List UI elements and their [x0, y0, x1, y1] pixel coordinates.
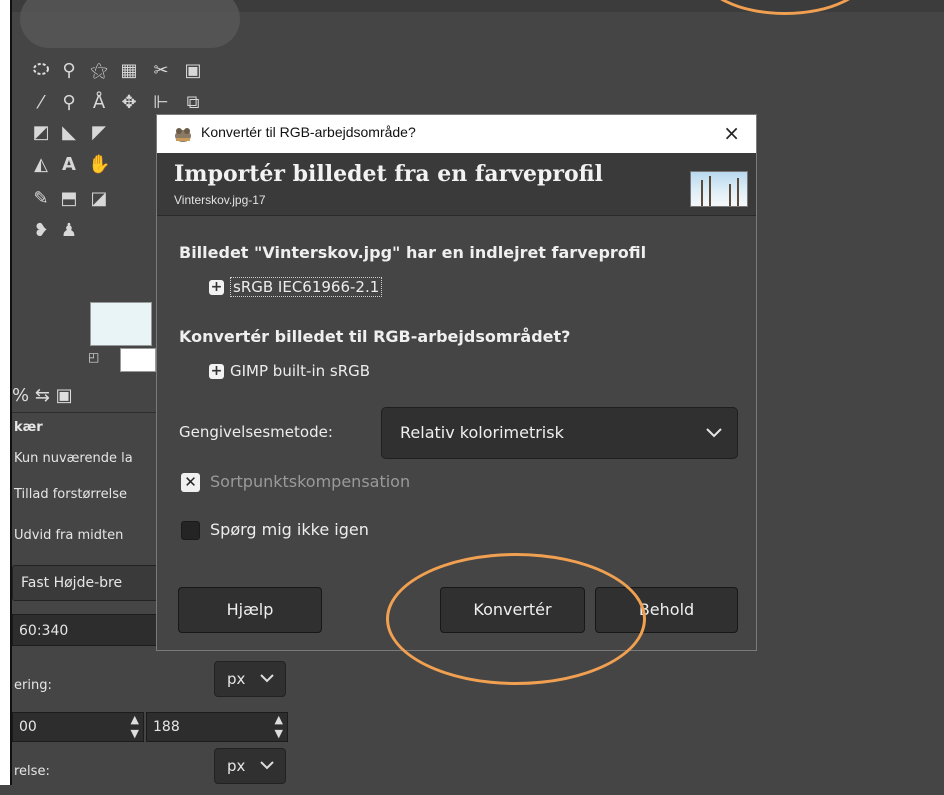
embedded-profile-row[interactable]: + sRGB IEC61966-2.1 — [209, 277, 383, 297]
text-tool-icon[interactable]: A — [58, 154, 80, 176]
default-colors-icon[interactable]: ◰ — [88, 350, 99, 364]
position-x-value: 00 — [19, 719, 37, 735]
position-y-field[interactable]: 188 ▲ ▼ — [146, 712, 288, 742]
chevron-down-icon — [259, 749, 275, 795]
spin-arrows-icon[interactable]: ▲ ▼ — [275, 713, 283, 741]
ellipse-select-icon[interactable] — [30, 62, 52, 84]
measure-icon[interactable]: Å — [88, 92, 110, 114]
convert-button[interactable]: Konvertér — [440, 587, 585, 633]
rendering-intent-select[interactable]: Relativ kolorimetrisk — [381, 407, 738, 459]
dialog-window-title: Konvertér til RGB-arbejdsområde? — [201, 124, 416, 140]
dialog-titlebar[interactable]: Konvertér til RGB-arbejdsområde? × — [157, 115, 756, 153]
ratio-field[interactable]: 60:340 — [12, 614, 162, 646]
select-by-color-icon[interactable]: ▦ — [118, 60, 140, 82]
paintbrush-icon[interactable]: ✎ — [30, 188, 52, 210]
current-layer-only-option[interactable]: Kun nuværende la — [14, 451, 133, 466]
left-white-margin — [0, 0, 10, 785]
color-picker-icon[interactable]: ⁄ — [30, 92, 52, 114]
rendering-intent-value: Relativ kolorimetrisk — [400, 423, 564, 442]
foreground-color-swatch[interactable] — [90, 302, 152, 346]
perspective-clone-icon[interactable]: ◤ — [88, 122, 110, 144]
expand-plus-icon[interactable]: + — [209, 279, 224, 295]
dont-ask-checkbox[interactable] — [181, 521, 200, 540]
size-unit-value: px — [227, 757, 246, 775]
size-label: relse: — [14, 764, 50, 779]
fixed-mode-selector[interactable]: Fast Højde-bre — [12, 565, 162, 601]
smudge-icon[interactable]: ◪ — [88, 188, 110, 210]
blackpoint-label[interactable]: Sortpunktskompensation — [210, 472, 410, 491]
chevron-down-icon — [259, 662, 275, 708]
images-tab-icon[interactable]: ▣ — [56, 385, 73, 406]
keep-button[interactable]: Behold — [595, 587, 738, 633]
dont-ask-label[interactable]: Spørg mig ikke igen — [210, 520, 369, 539]
scissors-select-icon[interactable]: ✂ — [150, 60, 172, 82]
zoom-icon[interactable]: ⚲ — [58, 92, 80, 114]
position-x-field[interactable]: 00 ▲ ▼ — [12, 712, 144, 742]
rendering-intent-label: Gengivelsesmetode: — [179, 423, 333, 441]
background-color-swatch[interactable] — [120, 348, 156, 372]
expand-plus-icon[interactable]: + — [209, 363, 224, 379]
paths-icon[interactable]: ❥ — [30, 220, 52, 242]
dialog-header-title: Importér billedet fra en farveprofil — [174, 161, 603, 187]
dialog-header-subtitle: Vinterskov.jpg-17 — [174, 193, 266, 207]
position-y-value: 188 — [153, 719, 180, 735]
fuzzy-select-icon[interactable]: ⚝ — [88, 60, 110, 82]
size-unit-select[interactable]: px — [214, 748, 286, 784]
dialog-header: Importér billedet fra en farveprofil Vin… — [157, 153, 756, 216]
target-profile-row[interactable]: + GIMP built-in sRGB — [209, 362, 370, 380]
undo-history-tab-icon[interactable]: ⇆ — [35, 385, 50, 406]
move-icon[interactable]: ✥ — [118, 92, 140, 114]
convert-heading: Konvertér billedet til RGB-arbejdsområde… — [179, 327, 571, 346]
bucket-fill-icon[interactable]: ◭ — [30, 154, 52, 176]
position-unit-value: px — [227, 670, 246, 688]
target-profile-name: GIMP built-in sRGB — [230, 362, 371, 380]
chevron-down-icon — [705, 420, 723, 450]
free-select-icon[interactable]: ⚲ — [58, 60, 80, 82]
eraser-icon[interactable]: ⬒ — [58, 188, 80, 210]
foreground-select-icon[interactable]: ▣ — [182, 60, 204, 82]
image-thumbnail — [690, 171, 748, 207]
heal-icon[interactable]: ✋ — [88, 154, 110, 176]
position-unit-select[interactable]: px — [214, 661, 286, 697]
gimp-wilber-ghost — [20, 0, 240, 48]
gimp-app-icon — [173, 125, 193, 143]
warp-transform-icon[interactable]: ◣ — [58, 122, 80, 144]
convert-profile-dialog: Konvertér til RGB-arbejdsområde? × Impor… — [156, 114, 757, 651]
blackpoint-checkbox[interactable]: ✕ — [181, 473, 200, 492]
dodge-burn-icon[interactable]: ♟ — [58, 220, 80, 242]
expand-center-option[interactable]: Udvid fra midten — [14, 528, 123, 543]
help-button[interactable]: Hjælp — [178, 587, 322, 633]
unified-transform-icon[interactable]: ◩ — [30, 122, 52, 144]
tool-options-tab-icon[interactable]: % — [12, 385, 29, 406]
crop-icon[interactable]: ⧉ — [182, 92, 204, 114]
tool-options-tabs[interactable]: % ⇆ ▣ — [12, 385, 73, 406]
tool-options-title: kær — [14, 420, 43, 435]
embedded-profile-heading: Billedet "Vinterskov.jpg" har en indlejr… — [179, 243, 647, 262]
position-label: ering: — [14, 678, 52, 693]
embedded-profile-name: sRGB IEC61966-2.1 — [230, 277, 383, 297]
align-icon[interactable]: ⊩ — [150, 92, 172, 114]
close-icon[interactable]: × — [723, 121, 740, 145]
allow-enlarge-option[interactable]: Tillad forstørrelse — [14, 487, 127, 502]
spin-arrows-icon[interactable]: ▲ ▼ — [131, 713, 139, 741]
